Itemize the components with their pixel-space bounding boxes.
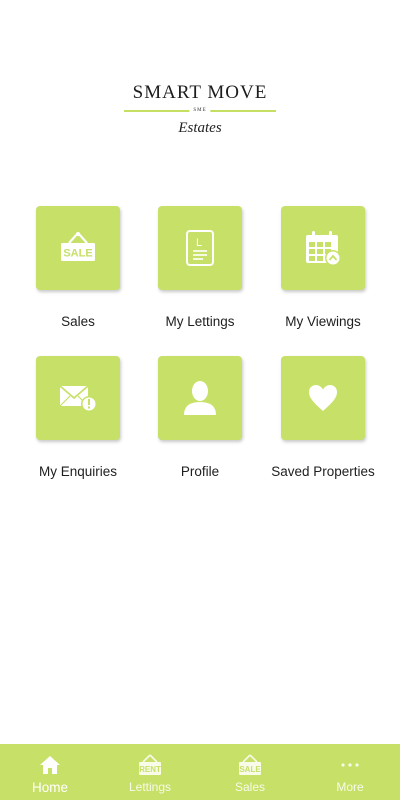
tile-profile-button[interactable] bbox=[158, 356, 242, 440]
letting-document-letter: L bbox=[196, 237, 202, 249]
rent-sign-icon: RENT bbox=[137, 752, 163, 778]
tile-sales-label: Sales bbox=[61, 314, 95, 329]
mail-alert-icon bbox=[59, 385, 97, 412]
home-icon bbox=[39, 752, 61, 778]
nav-home-label: Home bbox=[31, 780, 68, 795]
tile-my-viewings-label: My Viewings bbox=[285, 314, 361, 329]
nav-lettings-label: Lettings bbox=[128, 780, 172, 794]
tile-saved-properties[interactable]: Saved Properties bbox=[271, 356, 375, 479]
user-icon bbox=[184, 381, 216, 415]
tile-sales-button[interactable]: SALE bbox=[36, 206, 120, 290]
sale-sign-text: SALE bbox=[63, 248, 92, 260]
tile-saved-properties-label: Saved Properties bbox=[271, 464, 375, 479]
tile-my-enquiries-button[interactable] bbox=[36, 356, 120, 440]
tile-my-lettings[interactable]: L My Lettings bbox=[150, 206, 250, 329]
tile-saved-properties-button[interactable] bbox=[281, 356, 365, 440]
calendar-icon bbox=[306, 231, 341, 266]
nav-sales-label: Sales bbox=[234, 780, 266, 794]
tile-profile-label: Profile bbox=[180, 464, 220, 479]
more-dots-icon bbox=[339, 752, 361, 778]
tile-my-viewings[interactable]: My Viewings bbox=[273, 206, 373, 329]
logo-title: SMART MOVE bbox=[132, 82, 268, 103]
letting-document-icon: L bbox=[186, 230, 214, 266]
tile-my-lettings-button[interactable]: L bbox=[158, 206, 242, 290]
bottom-nav: Home RENT Lettings SALE Sales More bbox=[0, 744, 400, 800]
nav-sales[interactable]: SALE Sales bbox=[200, 744, 300, 800]
sale-sign-nav-text: SALE bbox=[239, 765, 261, 774]
tile-my-enquiries-label: My Enquiries bbox=[38, 464, 118, 479]
tile-sales[interactable]: SALE Sales bbox=[28, 206, 128, 329]
logo-rule: SME bbox=[124, 106, 276, 116]
tile-my-viewings-button[interactable] bbox=[281, 206, 365, 290]
logo-subtitle: Estates bbox=[178, 120, 222, 136]
heart-icon bbox=[309, 385, 337, 411]
sale-sign-icon: SALE bbox=[61, 232, 95, 261]
nav-more[interactable]: More bbox=[300, 744, 400, 800]
sale-sign-icon: SALE bbox=[237, 752, 263, 778]
brand-logo: SMART MOVE SME Estates bbox=[0, 80, 400, 138]
rent-sign-text: RENT bbox=[139, 765, 161, 774]
nav-more-label: More bbox=[336, 780, 364, 794]
nav-lettings[interactable]: RENT Lettings bbox=[100, 744, 200, 800]
nav-home[interactable]: Home bbox=[0, 744, 100, 800]
logo-mark: SME bbox=[189, 106, 211, 116]
tile-profile[interactable]: Profile bbox=[150, 356, 250, 479]
tile-my-lettings-label: My Lettings bbox=[165, 314, 235, 329]
tile-my-enquiries[interactable]: My Enquiries bbox=[28, 356, 128, 479]
